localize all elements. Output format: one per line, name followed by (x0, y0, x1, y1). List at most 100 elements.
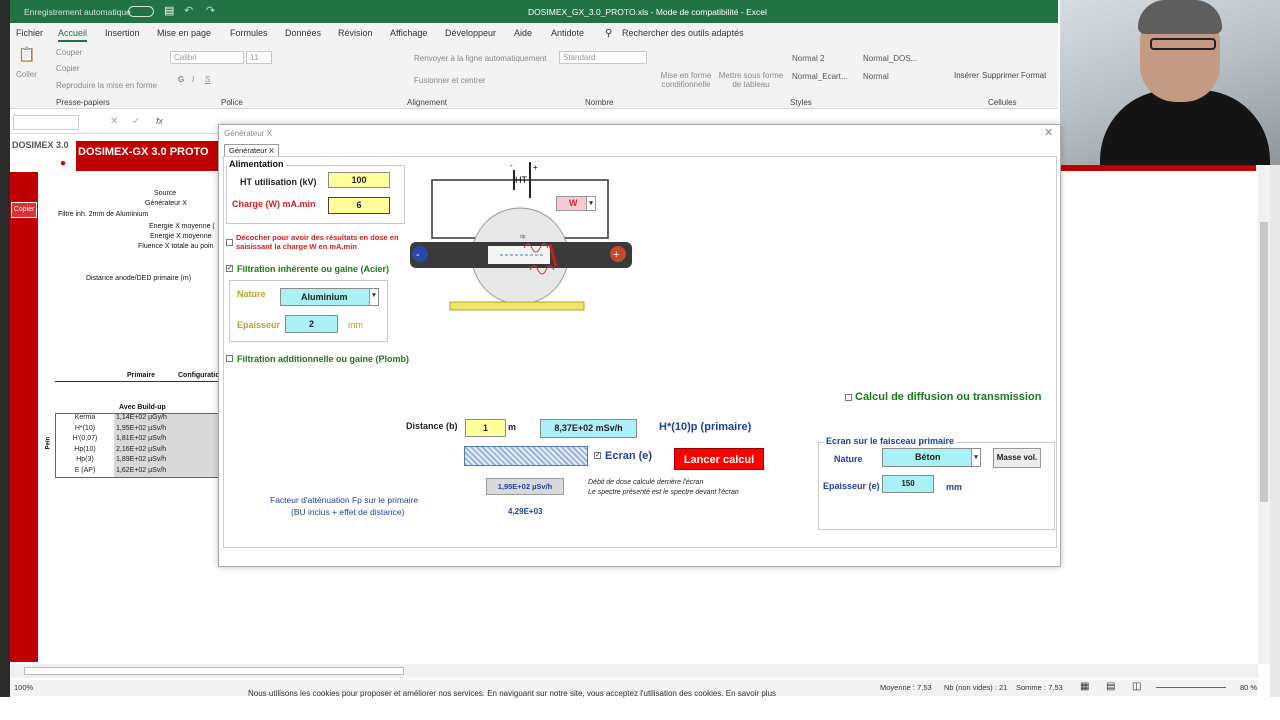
xray-tube-diagram: - + HT dp - + (410, 161, 632, 311)
delete-cells-button[interactable]: Supprimer (982, 71, 1019, 80)
copy-button[interactable]: Copier (56, 64, 80, 73)
facteur-value: 4,29E+03 (508, 507, 543, 516)
debit-note-1: Débit de dose calculé derrière l'écran (588, 479, 704, 486)
diagram-cathode-sign: - (416, 249, 420, 261)
tab-mise-en-page[interactable]: Mise en page (157, 28, 211, 38)
epaisseur-input[interactable]: 2 (285, 315, 338, 333)
zoom-slider[interactable] (1156, 687, 1226, 688)
decocher-checkbox[interactable] (226, 239, 233, 246)
paste-icon[interactable]: 📋 (18, 46, 35, 63)
epaisseur-label: Epaisseur (237, 320, 281, 330)
merge-center-button[interactable]: Fusionner et centrer (414, 76, 486, 85)
copier-button[interactable]: Copier (11, 202, 37, 218)
tab-developpeur[interactable]: Développeur (445, 28, 496, 38)
dose-behind-screen: 1,95E+02 µSv/h (486, 478, 564, 495)
italic-button[interactable]: I (192, 75, 194, 84)
style-normal[interactable]: Normal (863, 72, 889, 81)
number-format-select[interactable]: Standard (559, 51, 647, 64)
window-title: DOSIMEX_GX_3.0_PROTO.xls - Mode de compa… (528, 7, 767, 17)
sheet-label-generateur: Générateur X (145, 200, 188, 207)
paste-button[interactable]: Coller (16, 70, 37, 79)
status-somme: Somme : 7,53 (1016, 683, 1063, 692)
bold-button[interactable]: G (178, 75, 184, 84)
undo-icon[interactable]: ↶ (184, 4, 193, 17)
autosave-label: Enregistrement automatique (24, 7, 131, 17)
format-cells-button[interactable]: Format (1021, 71, 1046, 80)
number-group-label: Nombre (585, 98, 614, 107)
sheet-divider (55, 381, 220, 382)
ecran-checkbox[interactable]: ✓ (594, 452, 601, 459)
tab-donnees[interactable]: Données (285, 28, 321, 38)
horizontal-scrollbar[interactable] (10, 664, 1258, 678)
format-as-table-button[interactable]: Mettre sous forme de tableau (716, 71, 786, 89)
page-break-icon[interactable]: ◫ (1132, 681, 1141, 692)
tab-accueil[interactable]: Accueil (58, 28, 88, 42)
cells-group-label: Cellules (988, 98, 1017, 107)
distance-input[interactable]: 1 (465, 419, 506, 437)
calcul-diffusion-checkbox[interactable] (845, 394, 852, 401)
format-painter-button[interactable]: Reproduire la mise en forme (56, 81, 157, 90)
ecran-epaisseur-label: Epaisseur (e) (823, 481, 880, 491)
filtration-add-checkbox[interactable] (226, 355, 233, 362)
ht-input[interactable]: 100 (328, 172, 390, 188)
app-name: DOSIMEX-GX 3.0 PROTO (78, 146, 209, 158)
style-normal-ecart[interactable]: Normal_Ecart... (792, 72, 848, 81)
alimentation-label: Alimentation (227, 159, 286, 169)
webcam-glasses (1150, 38, 1216, 50)
desktop-left-edge (0, 0, 10, 720)
autosave-toggle[interactable] (128, 6, 154, 17)
ribbon: 📋 Coller Couper Copier Reproduire la mis… (10, 44, 1058, 109)
function-icon[interactable]: fx (156, 116, 163, 126)
name-box[interactable] (13, 115, 79, 130)
h10p-label: H*(10)p (primaire) (659, 421, 752, 433)
calcul-diffusion-label: Calcul de diffusion ou transmission (855, 391, 1042, 403)
status-zoom-left: 100% (14, 683, 34, 692)
decocher-label: Décocher pour avoir des résultats en dos… (236, 233, 399, 251)
tab-insertion[interactable]: Insertion (105, 28, 140, 38)
search-input[interactable]: Rechercher des outils adaptés (622, 28, 744, 38)
cancel-icon[interactable]: ✕ (110, 116, 118, 127)
masse-vol-button[interactable]: Masse vol. (993, 448, 1041, 468)
close-icon[interactable]: ✕ (1044, 126, 1053, 139)
w-select[interactable]: W ▾ (556, 196, 596, 211)
font-size-select[interactable]: 11 (246, 51, 272, 64)
sheet-label-energie-1: Energie X moyenne ( (149, 223, 215, 230)
nature-select[interactable]: Aluminium ▾ (280, 288, 379, 306)
ecran-nature-select[interactable]: Béton ▾ (882, 448, 981, 467)
dosimex-logo: DOSIMEX 3.0 ● (10, 138, 76, 172)
sheet-label-fluence: Fluence X totale au poin (138, 243, 214, 250)
check-icon[interactable]: ✓ (132, 116, 140, 127)
page-layout-icon[interactable]: ▤ (1106, 681, 1115, 692)
conditional-format-button[interactable]: Mise en forme conditionnelle (658, 71, 714, 89)
wrap-text-button[interactable]: Renvoyer à la ligne automatiquement (414, 54, 547, 63)
tab-aide[interactable]: Aide (514, 28, 532, 38)
tab-fichier[interactable]: Fichier (16, 28, 43, 38)
status-nb: Nb (non vides) : 21 (944, 683, 1008, 692)
cut-button[interactable]: Couper (56, 48, 82, 57)
insert-cells-button[interactable]: Insérer (954, 71, 979, 80)
redo-icon[interactable]: ↷ (206, 4, 215, 17)
normal-view-icon[interactable]: ▦ (1080, 681, 1089, 692)
epaisseur-unit: mm (348, 320, 363, 330)
vertical-scrollbar[interactable] (1258, 112, 1270, 664)
lancer-calcul-button[interactable]: Lancer calcul (674, 448, 764, 470)
tab-antidote[interactable]: Antidote (551, 28, 584, 38)
distance-label: Distance (b) (406, 421, 458, 431)
ecran-epaisseur-input[interactable]: 150 (882, 475, 934, 493)
ecran-frame-label: Ecran sur le faisceau primaire (824, 436, 957, 446)
status-zoom: 80 % (1240, 683, 1258, 692)
tab-affichage[interactable]: Affichage (390, 28, 427, 38)
table-row: Hp(3) 1,89E+02 µSv/h (56, 456, 219, 467)
save-icon[interactable]: ▤ (164, 4, 174, 17)
tab-formules[interactable]: Formules (230, 28, 268, 38)
sidebar-red-strip (10, 172, 38, 662)
filtration-inh-checkbox[interactable]: ✓ (226, 265, 233, 272)
tab-generateur-x[interactable]: Générateur X (224, 144, 280, 156)
style-normal-2[interactable]: Normal 2 (792, 54, 824, 63)
font-name-select[interactable]: Calibri (170, 51, 244, 64)
sheet-label-buildup: Avec Build-up (119, 404, 166, 411)
charge-input[interactable]: 6 (328, 197, 390, 214)
style-normal-dos[interactable]: Normal_DOS... (863, 54, 917, 63)
underline-button[interactable]: S (205, 75, 210, 84)
tab-revision[interactable]: Révision (338, 28, 373, 38)
